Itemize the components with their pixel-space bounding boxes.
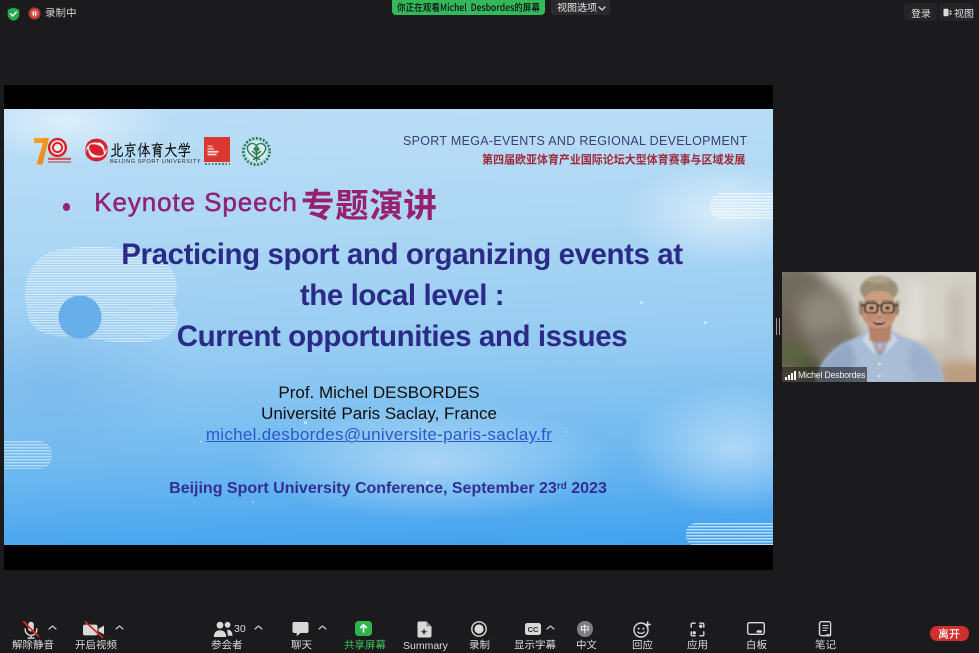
svg-text:CC: CC	[527, 625, 538, 634]
